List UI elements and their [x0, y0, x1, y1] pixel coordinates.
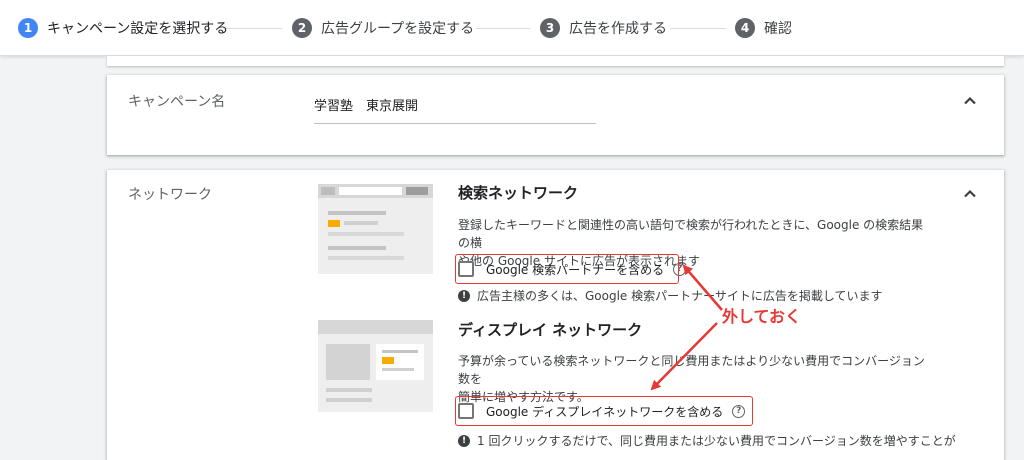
search-description-line: 登録したキーワードと関連性の高い語句で検索が行われたときに、Google の検索… [458, 218, 924, 250]
campaign-name-underline [314, 123, 596, 124]
network-card: ネットワーク 検索ネットワーク 登録したキーワードと関連性の高い語句で検索が行わ… [107, 170, 1004, 460]
search-partners-checkbox[interactable] [458, 261, 474, 277]
help-circle-icon[interactable]: ? [732, 404, 746, 418]
step-connector [476, 28, 530, 29]
step-1-number: 1 [18, 18, 38, 38]
chevron-up-icon[interactable] [958, 89, 982, 113]
campaign-name-card: キャンペーン名 学習塾 東京展開 [107, 75, 1004, 155]
campaign-name-title: キャンペーン名 [128, 94, 226, 110]
search-partners-option[interactable]: Google 検索パートナーを含める ? [458, 258, 687, 280]
previous-card-edge [107, 56, 1004, 66]
display-network-info: ! 1 回クリックするだけで、同じ費用または少ない費用でコンバージョン数を増やす… [458, 432, 956, 449]
display-network-label: Google ディスプレイネットワークを含める [486, 404, 724, 419]
search-partners-label: Google 検索パートナーを含める [486, 262, 665, 277]
help-circle-icon[interactable]: ? [673, 262, 687, 276]
search-network-title: 検索ネットワーク [458, 184, 579, 202]
search-network-illustration [318, 184, 433, 274]
step-3-number: 3 [540, 18, 560, 38]
step-4-label: 確認 [764, 21, 792, 37]
search-partners-info: ! 広告主様の多くは、Google 検索パートナーサイトに広告を掲載しています [458, 287, 883, 304]
campaign-name-input[interactable]: 学習塾 東京展開 [314, 95, 418, 114]
step-2-number: 2 [292, 18, 312, 38]
display-network-description: 予算が余っている検索ネットワークと同じ費用またはより少ない費用でコンバージョン数… [458, 352, 928, 406]
step-4-number: 4 [735, 18, 755, 38]
chevron-up-icon[interactable] [958, 182, 982, 206]
info-icon: ! [458, 434, 470, 447]
display-network-title: ディスプレイ ネットワーク [458, 321, 643, 339]
step-3-label: 広告を作成する [569, 21, 667, 37]
step-1[interactable]: 1 キャンペーン設定を選択する [18, 17, 228, 39]
network-title: ネットワーク [128, 187, 212, 203]
display-network-checkbox[interactable] [458, 403, 474, 419]
annotation-label: 外しておく [722, 307, 802, 326]
campaign-stepper: 1 キャンペーン設定を選択する 2 広告グループを設定する 3 広告を作成する … [0, 0, 1024, 56]
display-network-illustration [318, 320, 433, 412]
info-icon: ! [458, 289, 470, 302]
step-3[interactable]: 3 広告を作成する [540, 17, 667, 39]
step-connector [670, 28, 726, 29]
display-network-info-text: 1 回クリックするだけで、同じ費用または少ない費用でコンバージョン数を増やすこと… [477, 434, 956, 448]
display-network-option[interactable]: Google ディスプレイネットワークを含める ? [458, 400, 746, 422]
step-connector [226, 28, 282, 29]
step-4[interactable]: 4 確認 [735, 17, 792, 39]
display-description-line: 予算が余っている検索ネットワークと同じ費用またはより少ない費用でコンバージョン数… [458, 354, 925, 386]
search-partners-info-text: 広告主様の多くは、Google 検索パートナーサイトに広告を掲載しています [477, 289, 883, 303]
step-2-label: 広告グループを設定する [321, 21, 475, 37]
step-1-label: キャンペーン設定を選択する [47, 21, 229, 37]
step-2[interactable]: 2 広告グループを設定する [292, 17, 474, 39]
